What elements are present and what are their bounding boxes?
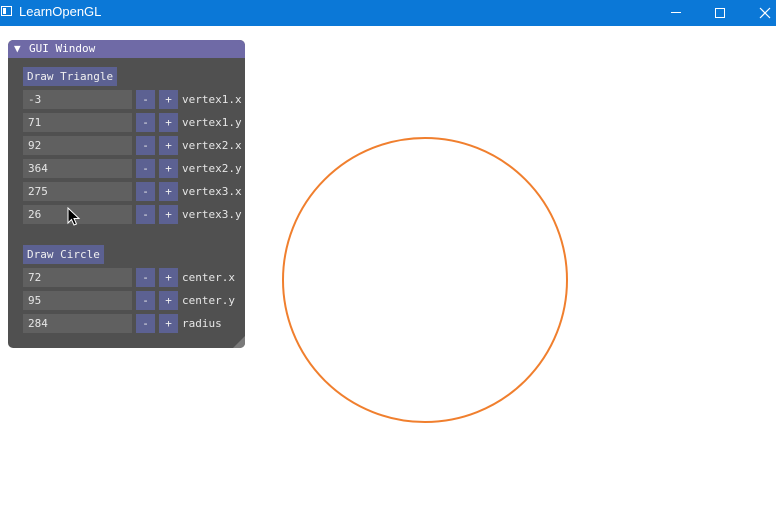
center-x-row: 72 - + center.x: [23, 268, 245, 287]
vertex3-x-input[interactable]: 275: [23, 182, 132, 201]
app-icon: [1, 6, 12, 16]
radius-input[interactable]: 284: [23, 314, 132, 333]
vertex2-x-input[interactable]: 92: [23, 136, 132, 155]
window-titlebar[interactable]: LearnOpenGL: [0, 0, 776, 26]
vertex1-x-decrement-button[interactable]: -: [136, 90, 155, 109]
vertex1-y-decrement-button[interactable]: -: [136, 113, 155, 132]
maximize-icon: [715, 8, 725, 18]
center-y-input[interactable]: 95: [23, 291, 132, 310]
close-icon: [759, 7, 771, 19]
vertex2-x-label: vertex2.x: [182, 139, 242, 152]
collapse-arrow-icon[interactable]: ▼: [14, 42, 21, 56]
vertex2-x-decrement-button[interactable]: -: [136, 136, 155, 155]
vertex3-x-increment-button[interactable]: +: [159, 182, 178, 201]
center-x-input[interactable]: 72: [23, 268, 132, 287]
drawn-circle: [282, 137, 568, 423]
vertex1-x-increment-button[interactable]: +: [159, 90, 178, 109]
center-y-increment-button[interactable]: +: [159, 291, 178, 310]
radius-increment-button[interactable]: +: [159, 314, 178, 333]
draw-circle-button[interactable]: Draw Circle: [23, 245, 104, 264]
vertex1-x-label: vertex1.x: [182, 93, 242, 106]
vertex3-x-row: 275 - + vertex3.x: [23, 182, 245, 201]
gui-window-header[interactable]: ▼ GUI Window: [8, 40, 245, 58]
vertex3-y-row: 26 - + vertex3.y: [23, 205, 245, 224]
vertex3-x-label: vertex3.x: [182, 185, 242, 198]
circle-drawing: [282, 137, 568, 423]
resize-grip[interactable]: [233, 336, 245, 348]
vertex2-y-label: vertex2.y: [182, 162, 242, 175]
window-title: LearnOpenGL: [19, 4, 102, 19]
center-x-label: center.x: [182, 271, 235, 284]
vertex2-y-increment-button[interactable]: +: [159, 159, 178, 178]
radius-row: 284 - + radius: [23, 314, 245, 333]
center-x-increment-button[interactable]: +: [159, 268, 178, 287]
minimize-icon: [671, 12, 681, 13]
vertex2-y-input[interactable]: 364: [23, 159, 132, 178]
vertex1-x-row: -3 - + vertex1.x: [23, 90, 245, 109]
vertex1-y-increment-button[interactable]: +: [159, 113, 178, 132]
mouse-cursor-icon: [67, 207, 81, 226]
center-x-decrement-button[interactable]: -: [136, 268, 155, 287]
center-y-label: center.y: [182, 294, 235, 307]
radius-label: radius: [182, 317, 222, 330]
vertex1-y-label: vertex1.y: [182, 116, 242, 129]
draw-triangle-button[interactable]: Draw Triangle: [23, 67, 118, 86]
minimize-button[interactable]: [653, 0, 699, 26]
vertex1-y-row: 71 - + vertex1.y: [23, 113, 245, 132]
gui-window-title: GUI Window: [29, 42, 96, 55]
vertex2-y-decrement-button[interactable]: -: [136, 159, 155, 178]
vertex3-y-increment-button[interactable]: +: [159, 205, 178, 224]
vertex3-x-decrement-button[interactable]: -: [136, 182, 155, 201]
close-button[interactable]: [742, 0, 776, 26]
vertex3-y-label: vertex3.y: [182, 208, 242, 221]
vertex2-x-increment-button[interactable]: +: [159, 136, 178, 155]
vertex1-x-input[interactable]: -3: [23, 90, 132, 109]
center-y-decrement-button[interactable]: -: [136, 291, 155, 310]
vertex2-y-row: 364 - + vertex2.y: [23, 159, 245, 178]
vertex2-x-row: 92 - + vertex2.x: [23, 136, 245, 155]
maximize-button[interactable]: [697, 0, 743, 26]
radius-decrement-button[interactable]: -: [136, 314, 155, 333]
vertex1-y-input[interactable]: 71: [23, 113, 132, 132]
vertex3-y-decrement-button[interactable]: -: [136, 205, 155, 224]
gui-window[interactable]: ▼ GUI Window Draw Triangle -3 - + vertex…: [8, 40, 245, 348]
center-y-row: 95 - + center.y: [23, 291, 245, 310]
